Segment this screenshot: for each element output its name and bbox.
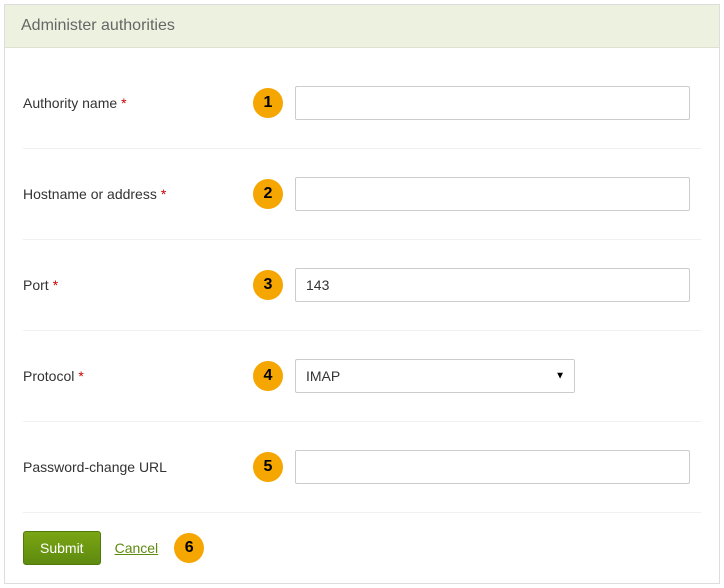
label-authority-name: Authority name: [23, 95, 117, 111]
row-protocol: Protocol * 4 IMAP ▼: [23, 331, 701, 422]
required-marker: *: [161, 186, 166, 202]
step-badge-1: 1: [253, 88, 283, 118]
step-badge-5: 5: [253, 452, 283, 482]
input-wrap: 4 IMAP ▼: [253, 359, 701, 393]
panel-body: Authority name * 1 Hostname or address *…: [5, 48, 719, 583]
step-badge-6: 6: [174, 533, 204, 563]
row-authority-name: Authority name * 1: [23, 58, 701, 149]
step-badge-2: 2: [253, 179, 283, 209]
input-wrap: 1: [253, 86, 701, 120]
required-marker: *: [78, 368, 83, 384]
step-badge-4: 4: [253, 361, 283, 391]
input-wrap: 2: [253, 177, 701, 211]
input-wrap: 3: [253, 268, 701, 302]
label-hostname: Hostname or address: [23, 186, 157, 202]
form-actions: Submit Cancel 6: [23, 531, 701, 565]
row-password-change-url: Password-change URL 5: [23, 422, 701, 513]
label-port: Port: [23, 277, 49, 293]
row-hostname: Hostname or address * 2: [23, 149, 701, 240]
panel-title: Administer authorities: [5, 5, 719, 48]
authority-name-input[interactable]: [295, 86, 690, 120]
password-change-url-input[interactable]: [295, 450, 690, 484]
cancel-link[interactable]: Cancel: [115, 540, 159, 556]
protocol-select[interactable]: IMAP: [295, 359, 575, 393]
submit-button[interactable]: Submit: [23, 531, 101, 565]
label-wrap: Password-change URL: [23, 459, 253, 475]
step-badge-3: 3: [253, 270, 283, 300]
label-wrap: Authority name *: [23, 95, 253, 111]
hostname-input[interactable]: [295, 177, 690, 211]
label-protocol: Protocol: [23, 368, 74, 384]
label-password-change-url: Password-change URL: [23, 459, 167, 475]
port-input[interactable]: [295, 268, 690, 302]
admin-authorities-panel: Administer authorities Authority name * …: [4, 4, 720, 584]
label-wrap: Protocol *: [23, 368, 253, 384]
label-wrap: Port *: [23, 277, 253, 293]
row-port: Port * 3: [23, 240, 701, 331]
required-marker: *: [53, 277, 58, 293]
label-wrap: Hostname or address *: [23, 186, 253, 202]
input-wrap: 5: [253, 450, 701, 484]
required-marker: *: [121, 95, 126, 111]
